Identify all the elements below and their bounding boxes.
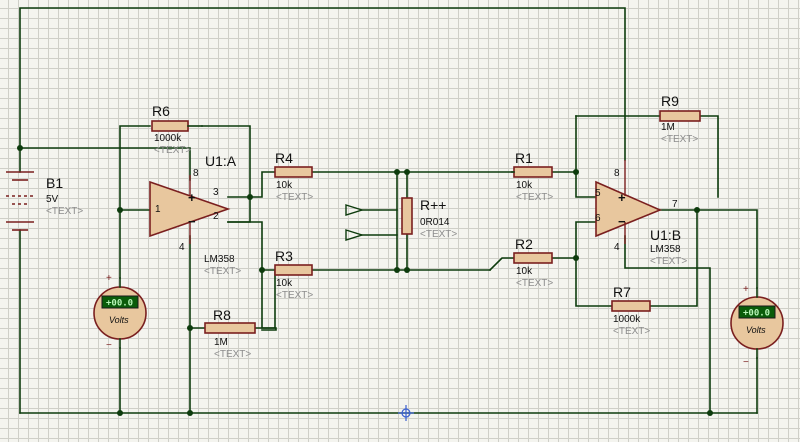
opamp-b-pin-8: 8 (614, 168, 620, 179)
r2-value: 10k (516, 266, 533, 277)
voltmeter-left-plus: + (106, 273, 112, 284)
opamp-b-pin-7: 7 (672, 199, 678, 210)
resistor-r8[interactable]: R8 1M <TEXT> (204, 307, 256, 360)
r8-ref: R8 (213, 307, 231, 323)
rpp-ref: R++ (420, 197, 446, 213)
r2-ref: R2 (515, 236, 533, 252)
r9-value: 1M (661, 122, 675, 133)
opamp-a-pin-8: 8 (193, 168, 199, 179)
battery-b1[interactable]: B1 5V <TEXT> (6, 171, 83, 231)
opamp-a-text: <TEXT> (204, 266, 241, 277)
opamp-b-minus-sign: − (618, 214, 626, 229)
junction-dot (404, 267, 410, 273)
junction-dot (394, 267, 400, 273)
opamp-b-part: LM358 (650, 244, 681, 255)
resistor-r4[interactable]: R4 10k <TEXT> (274, 150, 313, 203)
junction-dot (573, 169, 579, 175)
voltmeter-left-minus: − (106, 340, 112, 351)
opamp-b-pin-6: 6 (595, 213, 601, 224)
junction-dot (187, 325, 193, 331)
resistor-r6[interactable]: R6 1000k <TEXT> (151, 103, 191, 156)
battery-ref: B1 (46, 175, 63, 191)
junction-dot (117, 410, 123, 416)
r3-text: <TEXT> (276, 290, 313, 301)
opamp-a-pin-1: 1 (155, 204, 161, 215)
junction-dot (404, 169, 410, 175)
battery-value: 5V (46, 194, 59, 205)
r7-ref: R7 (613, 284, 631, 300)
r4-ref: R4 (275, 150, 293, 166)
junction-dot (117, 207, 123, 213)
junction-dot (17, 145, 23, 151)
r3-value: 10k (276, 278, 293, 289)
r6-ref: R6 (152, 103, 170, 119)
junction-dot (394, 169, 400, 175)
r1-ref: R1 (515, 150, 533, 166)
opamp-a-pin-3: 3 (213, 187, 219, 198)
r9-ref: R9 (661, 93, 679, 109)
voltmeter-right-minus: − (743, 357, 749, 368)
r7-value: 1000k (613, 314, 641, 325)
r6-text: <TEXT> (154, 145, 191, 156)
opamp-a-pin-2: 2 (213, 211, 219, 222)
r2-text: <TEXT> (516, 278, 553, 289)
ground-marker-icon[interactable] (398, 405, 414, 421)
voltmeter-left-unit: Volts (109, 315, 129, 325)
opamp-u1a[interactable]: + − 3 2 1 8 4 U1:A LM358 <TEXT> (149, 153, 241, 277)
junctions (17, 145, 713, 416)
battery-text: <TEXT> (46, 206, 83, 217)
r9-text: <TEXT> (661, 134, 698, 145)
junction-dot (573, 255, 579, 261)
opamp-b-plus-sign: + (618, 190, 626, 205)
rpp-value: 0R014 (420, 217, 450, 228)
resistor-r1[interactable]: R1 10k <TEXT> (513, 150, 553, 203)
voltmeter-right-reading: +00.0 (743, 309, 770, 319)
r4-value: 10k (276, 180, 293, 191)
voltmeter-right-unit: Volts (746, 325, 766, 335)
resistor-r3[interactable]: R3 10k <TEXT> (274, 248, 313, 301)
voltmeter-right-plus: + (743, 284, 749, 295)
schematic-canvas[interactable]: B1 5V <TEXT> + − 3 2 1 8 4 U1:A LM358 <T… (0, 0, 800, 442)
junction-dot (694, 207, 700, 213)
rpp-text: <TEXT> (420, 229, 457, 240)
resistor-r9[interactable]: R9 1M <TEXT> (659, 93, 701, 145)
opamp-a-part: LM358 (204, 254, 235, 265)
junction-dot (259, 267, 265, 273)
opamp-a-plus-sign: + (188, 190, 196, 205)
r8-text: <TEXT> (214, 349, 251, 360)
resistor-r2[interactable]: R2 10k <TEXT> (513, 236, 553, 289)
r7-text: <TEXT> (613, 326, 650, 337)
r3-ref: R3 (275, 248, 293, 264)
opamp-u1b[interactable]: + − 5 6 7 8 4 U1:B LM358 <TEXT> (595, 160, 687, 267)
r8-value: 1M (214, 337, 228, 348)
r4-text: <TEXT> (276, 192, 313, 203)
r1-value: 10k (516, 180, 533, 191)
opamp-a-minus-sign: − (188, 214, 196, 229)
voltmeter-left-reading: +00.0 (106, 299, 133, 309)
opamp-a-pin-4: 4 (179, 242, 185, 253)
resistor-r7[interactable]: R7 1000k <TEXT> (611, 284, 651, 337)
opamp-b-pin-5: 5 (595, 188, 601, 199)
opamp-b-ref: U1:B (650, 227, 681, 243)
junction-dot (247, 194, 253, 200)
opamp-b-text: <TEXT> (650, 256, 687, 267)
r1-text: <TEXT> (516, 192, 553, 203)
r6-value: 1000k (154, 133, 182, 144)
junction-dot (707, 410, 713, 416)
resistor-r-plus-plus[interactable]: R++ 0R014 <TEXT> (401, 197, 457, 240)
opamp-b-pin-4: 4 (614, 242, 620, 253)
input-terminal-icon[interactable] (345, 229, 365, 241)
opamp-a-ref: U1:A (205, 153, 237, 169)
input-terminal-icon[interactable] (345, 204, 365, 216)
junction-dot (187, 410, 193, 416)
